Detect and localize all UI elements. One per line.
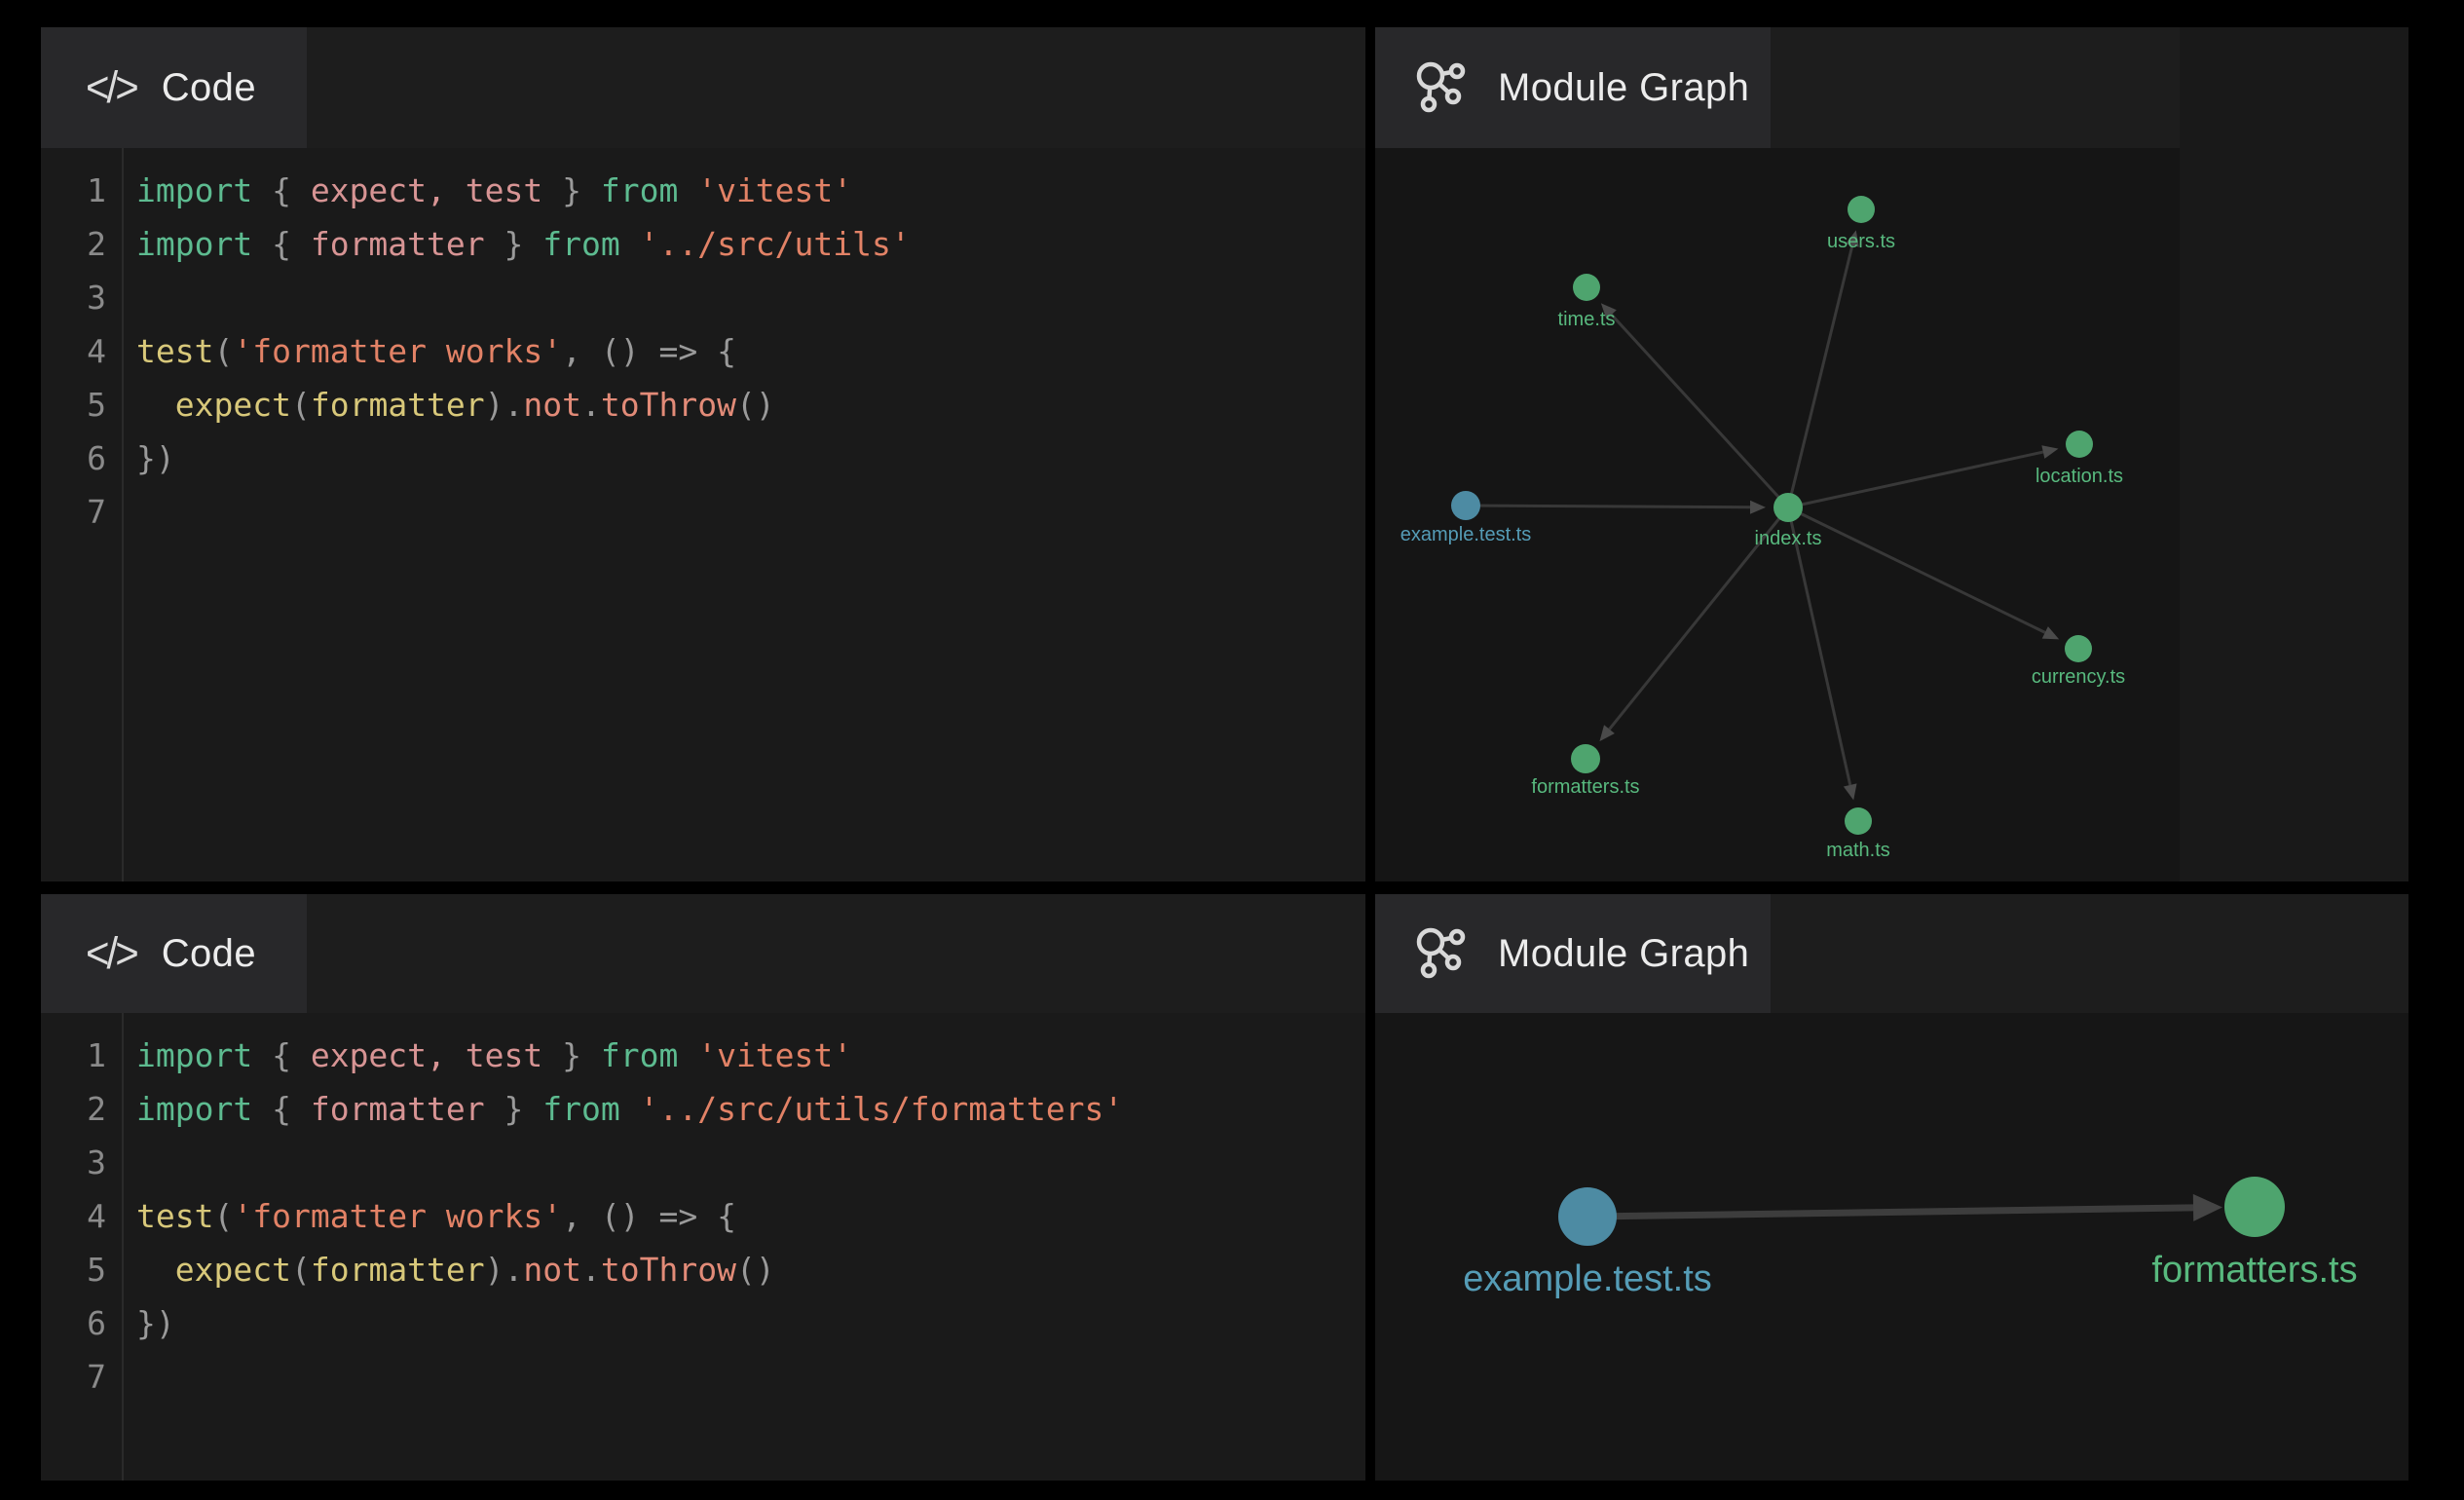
graph-node-math.ts[interactable]: [1845, 807, 1872, 835]
graph-node-location.ts[interactable]: [2066, 431, 2093, 458]
module-graph-icon: [1414, 59, 1471, 116]
graph-node-example.test.ts[interactable]: [1451, 491, 1480, 520]
graph-edge: [1466, 506, 1750, 507]
line-number: 2: [41, 217, 122, 271]
graph-node-currency.ts[interactable]: [2065, 635, 2092, 662]
graph-node-index.ts[interactable]: [1773, 493, 1803, 522]
graph-edge: [1788, 452, 2043, 507]
code-editor: 1import { expect, test } from 'vitest'2i…: [41, 148, 1365, 881]
panel-top-graph: Module Graph time.ts users.ts location.ts e…: [1375, 27, 2408, 881]
code-line: 2import { formatter } from '../src/utils…: [41, 1082, 1365, 1136]
graph-node-example.test.ts[interactable]: [1558, 1187, 1617, 1246]
graph-node-label: formatters.ts: [2151, 1250, 2357, 1291]
graph-node-label: location.ts: [2035, 466, 2123, 487]
tab-code[interactable]: </> Code: [41, 894, 307, 1013]
line-number: 2: [41, 1082, 122, 1136]
line-number: 4: [41, 1189, 122, 1243]
code-editor: 1import { expect, test } from 'vitest'2i…: [41, 1013, 1365, 1481]
line-number: 7: [41, 1350, 122, 1404]
code-line: 7: [41, 485, 1365, 539]
line-number: 7: [41, 485, 122, 539]
module-graph-icon: [1414, 925, 1471, 982]
graph-node-label: math.ts: [1826, 840, 1890, 861]
code-panel-header: </> Code: [41, 27, 1365, 148]
graph-node-users.ts[interactable]: [1848, 196, 1875, 223]
code-icon: </>: [86, 62, 136, 113]
graph-node-label: currency.ts: [2032, 666, 2125, 688]
graph-panel-header: Module Graph: [1375, 27, 2180, 148]
panel-top-code: </> Code 1import { expect, test } from '…: [41, 27, 1365, 881]
graph-node-label: index.ts: [1755, 528, 1822, 549]
tab-code-label: Code: [162, 932, 256, 976]
tab-module-graph[interactable]: Module Graph: [1375, 894, 1771, 1013]
graph-edge-arrowhead: [2041, 445, 2058, 459]
tab-module-graph-label: Module Graph: [1498, 66, 1749, 110]
graph-node-formatters.ts[interactable]: [2224, 1177, 2285, 1237]
tab-module-graph-label: Module Graph: [1498, 932, 1749, 976]
graph-node-label: example.test.ts: [1463, 1258, 1712, 1299]
code-line: 5 expect(formatter).not.toThrow(): [41, 1243, 1365, 1296]
line-number: 5: [41, 378, 122, 431]
tab-code[interactable]: </> Code: [41, 27, 307, 148]
tab-code-label: Code: [162, 66, 256, 110]
code-icon: </>: [86, 928, 136, 979]
code-line: 4test('formatter works', () => {: [41, 324, 1365, 378]
code-line: 7: [41, 1350, 1365, 1404]
graph-node-label: time.ts: [1558, 309, 1616, 330]
code-panel-header: </> Code: [41, 894, 1365, 1013]
line-number: 4: [41, 324, 122, 378]
module-graph-canvas[interactable]: time.ts users.ts location.ts example.test.t…: [1375, 148, 2180, 881]
gutter-divider: [122, 148, 124, 881]
graph-edge: [1788, 507, 2045, 632]
code-line: 4test('formatter works', () => {: [41, 1189, 1365, 1243]
graph-edge-arrowhead: [1750, 501, 1766, 514]
code-line: 2import { formatter } from '../src/utils…: [41, 217, 1365, 271]
line-number: 6: [41, 431, 122, 485]
line-number: 1: [41, 164, 122, 217]
line-number: 1: [41, 1029, 122, 1082]
panel-bottom-code: </> Code 1import { expect, test } from '…: [41, 894, 1365, 1481]
code-line: 1import { expect, test } from 'vitest': [41, 1029, 1365, 1082]
code-line: 5 expect(formatter).not.toThrow(): [41, 378, 1365, 431]
code-line: 1import { expect, test } from 'vitest': [41, 164, 1365, 217]
graph-edge: [1788, 245, 1852, 507]
line-number: 6: [41, 1296, 122, 1350]
graph-edge: [1612, 315, 1788, 507]
graph-panel-header: Module Graph: [1375, 894, 2408, 1013]
graph-node-time.ts[interactable]: [1573, 274, 1600, 301]
code-line: 3: [41, 271, 1365, 324]
graph-node-label: users.ts: [1827, 231, 1895, 252]
graph-edge-arrowhead: [1844, 783, 1857, 800]
gutter-divider: [122, 1013, 124, 1481]
code-line: 3: [41, 1136, 1365, 1189]
graph-edge: [1587, 1208, 2193, 1217]
graph-node-label: formatters.ts: [1531, 776, 1639, 798]
module-graph-canvas[interactable]: example.test.ts formatters.ts: [1375, 1013, 2408, 1481]
panel-bottom-graph: Module Graph example.test.ts formatters.t…: [1375, 894, 2408, 1481]
graph-edge-arrowhead: [2193, 1194, 2222, 1221]
line-number: 3: [41, 271, 122, 324]
code-line: 6}): [41, 1296, 1365, 1350]
graph-node-label: example.test.ts: [1400, 524, 1532, 545]
tab-module-graph[interactable]: Module Graph: [1375, 27, 1771, 148]
code-line: 6}): [41, 431, 1365, 485]
line-number: 5: [41, 1243, 122, 1296]
line-number: 3: [41, 1136, 122, 1189]
graph-node-formatters.ts[interactable]: [1571, 744, 1600, 773]
